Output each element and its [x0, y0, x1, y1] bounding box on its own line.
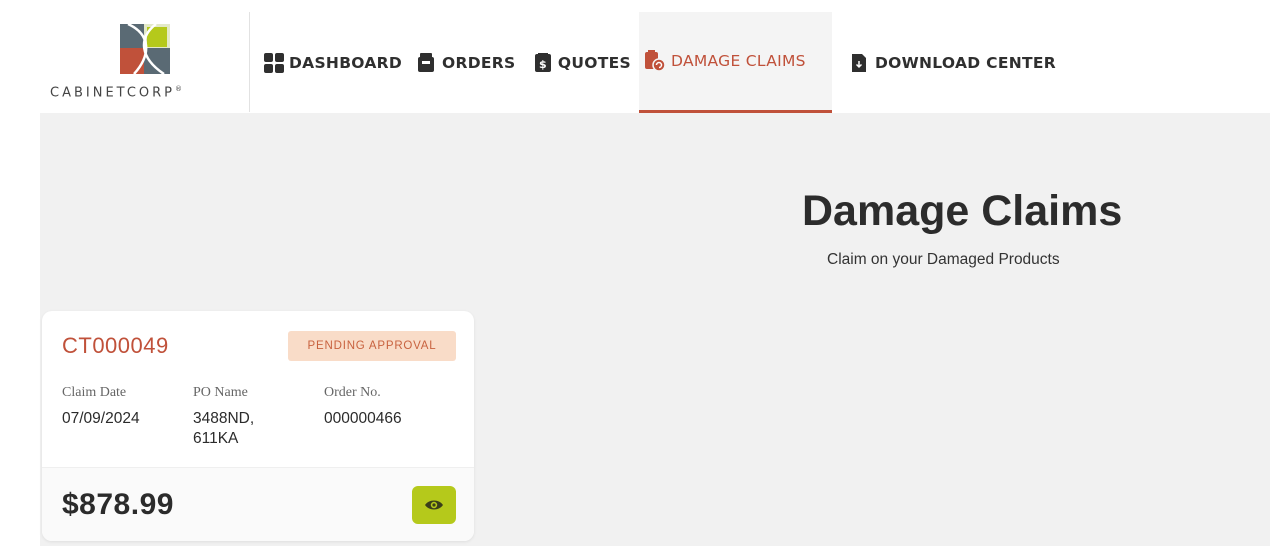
claim-amount: $878.99 [62, 488, 174, 521]
nav-damage-claims[interactable]: DAMAGE CLAIMS [639, 12, 832, 113]
nav-dashboard-label: DASHBOARD [289, 53, 403, 72]
po-name-field: PO Name 3488ND, 611KA [193, 385, 293, 449]
main-content: Damage Claims Claim on your Damaged Prod… [40, 113, 1270, 546]
order-no-field: Order No. 000000466 [324, 385, 402, 429]
top-header: CABINETCORP® DASHBOARD ORDERS $ QUOTES D… [0, 0, 1270, 113]
claim-date-field: Claim Date 07/09/2024 [62, 385, 140, 429]
damaged-box-icon [644, 50, 666, 72]
page-title: Damage Claims [802, 187, 1123, 235]
claim-date-value: 07/09/2024 [62, 410, 140, 427]
order-no-value: 000000466 [324, 410, 402, 427]
status-badge: PENDING APPROVAL [288, 331, 456, 361]
nav-download-center-label: DOWNLOAD CENTER [875, 53, 1056, 72]
svg-text:$: $ [539, 58, 547, 71]
claim-id: CT000049 [62, 333, 169, 358]
nav-orders[interactable]: ORDERS [407, 12, 525, 113]
nav-quotes-label: QUOTES [557, 53, 631, 72]
box-icon [415, 52, 437, 74]
download-file-icon [848, 52, 870, 74]
claim-card-footer: $878.99 [42, 467, 474, 541]
cabinetcorp-logo-mark [120, 24, 170, 74]
eye-icon [425, 500, 443, 510]
dollar-document-icon: $ [533, 52, 553, 74]
page-subtitle: Claim on your Damaged Products [827, 251, 1060, 268]
po-name-value: 3488ND, 611KA [193, 410, 255, 447]
nav-damage-claims-label: DAMAGE CLAIMS [671, 52, 806, 70]
nav-download-center[interactable]: DOWNLOAD CENTER [832, 12, 1064, 113]
brand-wordmark: CABINETCORP® [50, 85, 183, 101]
claim-card: CT000049 PENDING APPROVAL Claim Date 07/… [42, 311, 474, 541]
main-navigation: DASHBOARD ORDERS $ QUOTES DAMAGE CLAIMS … [256, 12, 1064, 113]
claim-date-label: Claim Date [62, 385, 127, 400]
brand-logo[interactable]: CABINETCORP® [40, 12, 250, 112]
nav-quotes[interactable]: $ QUOTES [525, 12, 639, 113]
nav-orders-label: ORDERS [442, 53, 516, 72]
grid-icon [264, 52, 284, 74]
nav-dashboard[interactable]: DASHBOARD [256, 12, 407, 113]
order-no-label: Order No. [324, 385, 381, 400]
view-claim-button[interactable] [412, 486, 456, 524]
po-name-label: PO Name [193, 385, 248, 400]
